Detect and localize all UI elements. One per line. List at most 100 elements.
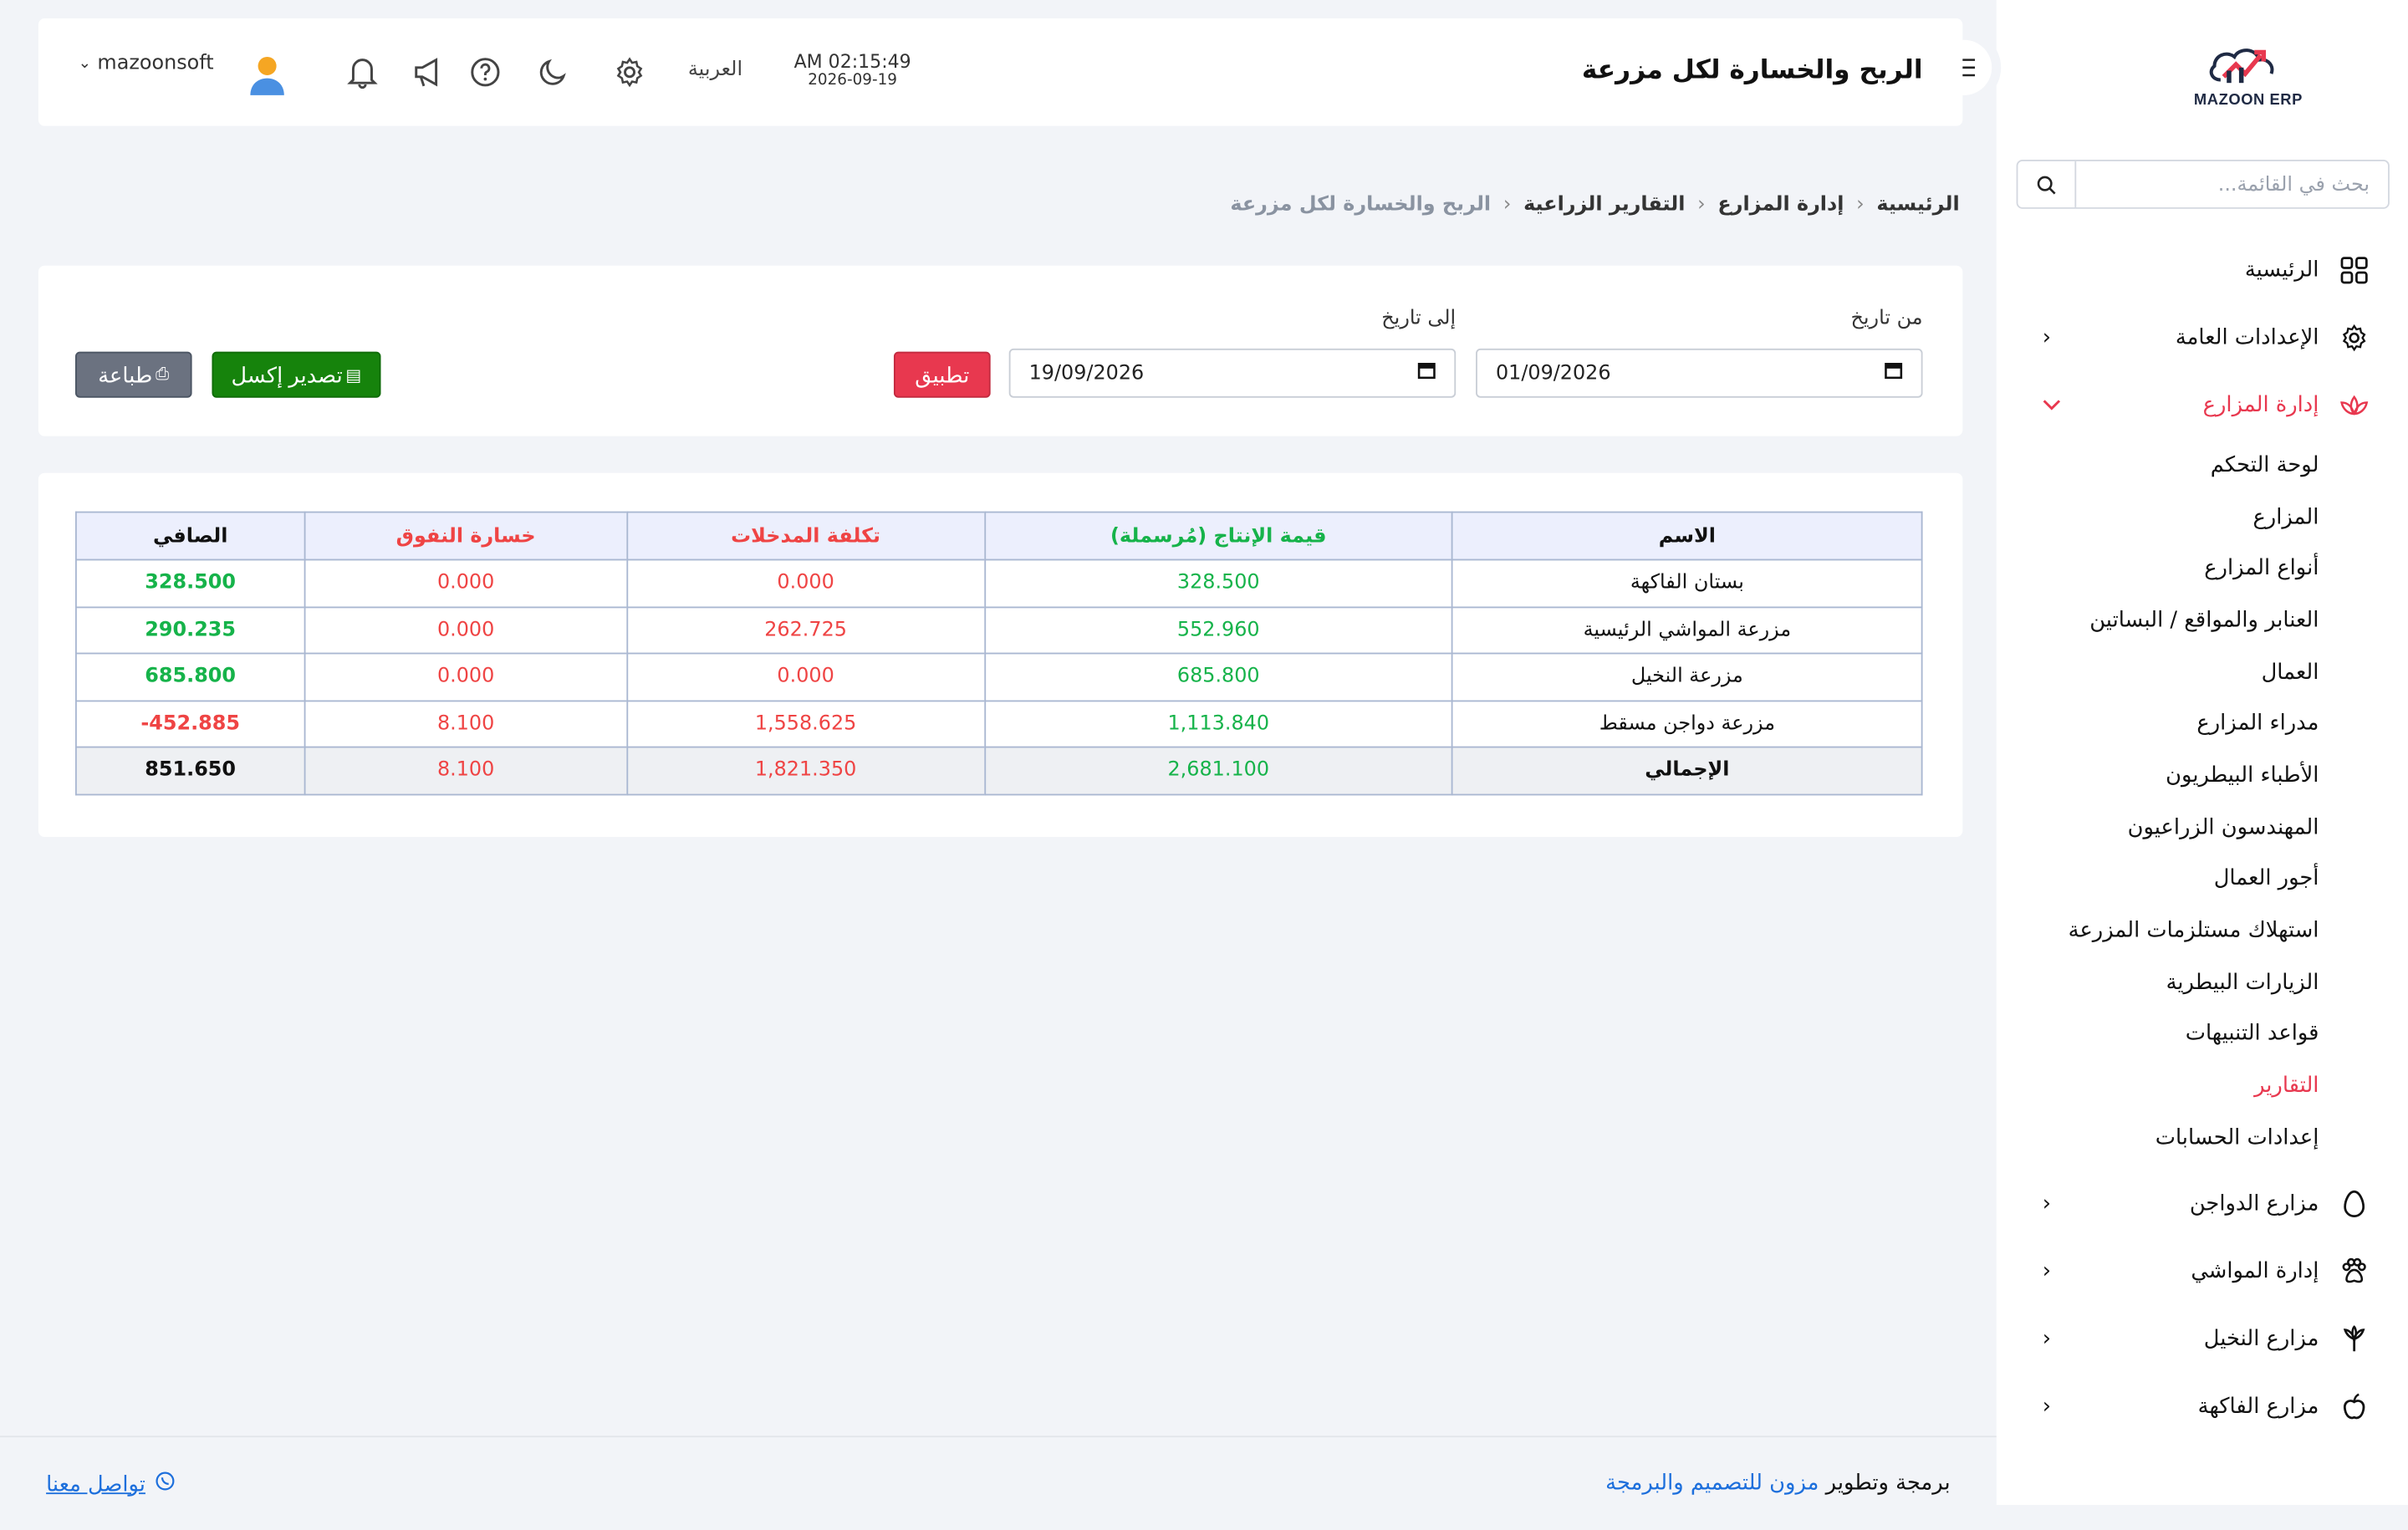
chevron-left-icon: ‹ bbox=[2042, 1191, 2052, 1216]
table-header-row: الاسم قيمة الإنتاج (مُرسملة) تكلفة المدخ… bbox=[74, 511, 1923, 561]
page-title: الربح والخسارة لكل مزرعة bbox=[1581, 55, 1923, 86]
sidebar-item-label: مزارع الدواجن bbox=[2189, 1191, 2319, 1216]
submenu-item-engineers[interactable]: المهندسون الزراعيون bbox=[1997, 801, 2319, 853]
submenu-item-wages[interactable]: أجور العمال bbox=[1997, 853, 2319, 905]
submenu-item-farm-types[interactable]: أنواع المزارع bbox=[1997, 543, 2319, 594]
megaphone-icon[interactable] bbox=[411, 55, 445, 89]
sidebar-item-settings[interactable]: الإعدادات العامة ‹ bbox=[1997, 304, 2408, 372]
printer-icon: ⎙ bbox=[156, 365, 170, 384]
sidebar-menu: الرئيسية الإعدادات العامة ‹ إدارة المزار… bbox=[1997, 240, 2408, 1441]
submenu-item-barns[interactable]: العنابر والمواقع / البساتين bbox=[1997, 594, 2319, 646]
submenu-item-reports[interactable]: التقارير bbox=[1997, 1060, 2319, 1112]
grid-icon bbox=[2337, 253, 2370, 287]
breadcrumb-separator: ‹ bbox=[1502, 193, 1512, 217]
cell-inputs: 262.725 bbox=[625, 605, 986, 655]
cell-production: 1,113.840 bbox=[983, 699, 1454, 748]
palm-icon bbox=[2337, 1322, 2370, 1355]
contact-link[interactable]: تواصل معنا bbox=[46, 1471, 175, 1497]
submenu-item-managers[interactable]: مدراء المزارع bbox=[1997, 698, 2319, 750]
sidebar-item-label: إدارة المواشي bbox=[2191, 1258, 2319, 1283]
sidebar-item-label: الرئيسية bbox=[2244, 258, 2319, 283]
col-production: قيمة الإنتاج (مُرسملة) bbox=[983, 511, 1454, 561]
cell-mortality: 8.100 bbox=[304, 699, 628, 748]
total-label: الإجمالي bbox=[1451, 746, 1923, 795]
avatar[interactable] bbox=[247, 54, 288, 96]
to-date-label: إلى تاريخ bbox=[1381, 307, 1457, 330]
from-date-label: من تاريخ bbox=[1850, 307, 1923, 330]
table-row: مزرعة النخيل 685.800 0.000 0.000 685.800 bbox=[74, 652, 1923, 701]
total-inputs: 1,821.350 bbox=[625, 746, 986, 795]
submenu-item-vet-visits[interactable]: الزيارات البيطرية bbox=[1997, 956, 2319, 1008]
calendar-icon[interactable] bbox=[1417, 361, 1436, 385]
sidebar-item-fruit[interactable]: مزارع الفاكهة ‹ bbox=[1997, 1372, 2408, 1440]
menu-search-input[interactable] bbox=[2076, 161, 2389, 207]
print-button[interactable]: ⎙ طباعة bbox=[74, 351, 192, 398]
submenu-item-accounts-settings[interactable]: إعدادات الحسابات bbox=[1997, 1112, 2319, 1164]
calendar-icon[interactable] bbox=[1885, 361, 1903, 385]
breadcrumb-reports[interactable]: التقارير الزراعية bbox=[1523, 193, 1685, 217]
sidebar-item-palm[interactable]: مزارع النخيل ‹ bbox=[1997, 1305, 2408, 1373]
submenu-item-workers[interactable]: العمال bbox=[1997, 646, 2319, 698]
gear-icon[interactable] bbox=[613, 55, 646, 89]
apply-button[interactable]: تطبيق bbox=[893, 351, 991, 398]
brand-logo[interactable]: MAZOON ERP bbox=[1997, 0, 2408, 147]
profit-loss-table: الاسم قيمة الإنتاج (مُرسملة) تكلفة المدخ… bbox=[74, 511, 1923, 795]
chevron-left-icon: ‹ bbox=[2042, 1326, 2052, 1351]
cell-mortality: 0.000 bbox=[304, 558, 628, 608]
to-date-value: 19/09/2026 bbox=[1028, 361, 1145, 385]
cell-mortality: 0.000 bbox=[304, 605, 628, 655]
cell-name: مزرعة دواجن مسقط bbox=[1451, 699, 1923, 748]
submenu-item-vets[interactable]: الأطباء البيطريون bbox=[1997, 750, 2319, 802]
sidebar: MAZOON ERP الرئيسية الإعدادات العامة ‹ bbox=[1996, 0, 2408, 1505]
language-switch[interactable]: العربية bbox=[688, 59, 742, 82]
cell-production: 685.800 bbox=[983, 652, 1454, 701]
top-header: الربح والخسارة لكل مزرعة AM 02:15:49 202… bbox=[38, 18, 1963, 126]
clock: AM 02:15:49 2026-09-19 bbox=[794, 52, 911, 89]
total-mortality: 8.100 bbox=[304, 746, 628, 795]
submenu-item-supplies[interactable]: استهلاك مستلزمات المزرعة bbox=[1997, 905, 2319, 956]
sidebar-item-label: الإعدادات العامة bbox=[2175, 325, 2319, 350]
table-row: بستان الفاكهة 328.500 0.000 0.000 328.50… bbox=[74, 558, 1923, 608]
breadcrumb-separator: ‹ bbox=[1697, 193, 1706, 217]
credit-link[interactable]: مزون للتصميم والبرمجة bbox=[1605, 1471, 1819, 1496]
help-icon[interactable] bbox=[468, 55, 502, 89]
to-date-input[interactable]: 19/09/2026 bbox=[1008, 348, 1457, 398]
breadcrumb-farms[interactable]: إدارة المزارع bbox=[1717, 193, 1844, 217]
breadcrumb: الرئيسية ‹ إدارة المزارع ‹ التقارير الزر… bbox=[1230, 193, 1959, 217]
table-total-row: الإجمالي 2,681.100 1,821.350 8.100 851.6… bbox=[74, 746, 1923, 795]
search-icon[interactable] bbox=[2018, 161, 2077, 207]
contact-label: تواصل معنا bbox=[46, 1471, 145, 1497]
user-menu[interactable]: ⌄ mazoonsoft bbox=[79, 52, 214, 75]
export-excel-button[interactable]: ▤ تصدير إكسل bbox=[212, 351, 381, 398]
gear-icon bbox=[2337, 321, 2370, 354]
apple-icon bbox=[2337, 1390, 2370, 1423]
chevron-down-icon bbox=[2043, 393, 2061, 417]
cell-mortality: 0.000 bbox=[304, 652, 628, 701]
breadcrumb-home[interactable]: الرئيسية bbox=[1876, 193, 1959, 217]
total-net: 851.650 bbox=[74, 746, 306, 795]
submenu-item-farms[interactable]: المزارع bbox=[1997, 491, 2319, 543]
submenu-item-alert-rules[interactable]: قواعد التنبيهات bbox=[1997, 1008, 2319, 1060]
from-date-input[interactable]: 01/09/2026 bbox=[1476, 348, 1923, 398]
print-label: طباعة bbox=[98, 361, 153, 386]
sidebar-item-farms[interactable]: إدارة المزارع bbox=[1997, 371, 2408, 439]
sidebar-item-poultry[interactable]: مزارع الدواجن ‹ bbox=[1997, 1170, 2408, 1237]
moon-icon[interactable] bbox=[536, 55, 569, 89]
bell-icon[interactable] bbox=[345, 55, 379, 89]
sidebar-item-label: إدارة المزارع bbox=[2202, 393, 2319, 418]
whatsapp-icon bbox=[155, 1471, 175, 1497]
sidebar-item-home[interactable]: الرئيسية bbox=[1997, 237, 2408, 304]
cell-net: -452.885 bbox=[74, 699, 306, 748]
table-row: مزرعة دواجن مسقط 1,113.840 1,558.625 8.1… bbox=[74, 699, 1923, 748]
submenu-item-dashboard[interactable]: لوحة التحكم bbox=[1997, 439, 2319, 491]
username: mazoonsoft bbox=[97, 52, 214, 75]
sidebar-item-livestock[interactable]: إدارة المواشي ‹ bbox=[1997, 1237, 2408, 1305]
col-inputs: تكلفة المدخلات bbox=[625, 511, 986, 561]
filter-card: من تاريخ 01/09/2026 إلى تاريخ 19/09/2026… bbox=[38, 265, 1963, 436]
export-excel-label: تصدير إكسل bbox=[231, 361, 343, 386]
from-date-value: 01/09/2026 bbox=[1495, 361, 1611, 385]
table-row: مزرعة المواشي الرئيسية 552.960 262.725 0… bbox=[74, 605, 1923, 655]
logo-icon bbox=[2209, 48, 2274, 83]
cell-net: 290.235 bbox=[74, 605, 306, 655]
col-net: الصافي bbox=[74, 511, 306, 561]
